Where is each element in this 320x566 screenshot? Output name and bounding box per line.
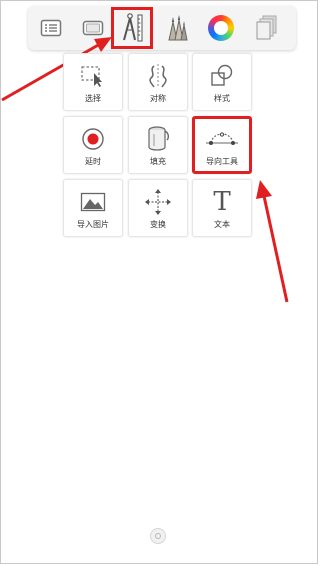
image-icon (64, 188, 122, 216)
paint-bucket-icon (129, 125, 187, 153)
fill-label: 填充 (150, 157, 166, 166)
text-tool[interactable]: T 文本 (192, 179, 252, 237)
move-arrows-icon (129, 188, 187, 216)
style-label: 样式 (214, 94, 230, 103)
selection-icon (64, 62, 122, 90)
record-icon (64, 125, 122, 153)
symmetry-tool[interactable]: 对称 (128, 53, 188, 111)
style-tool[interactable]: 样式 (192, 53, 252, 111)
guide-curve-icon (195, 125, 249, 153)
fill-tool[interactable]: 填充 (128, 116, 188, 174)
guide-tool[interactable]: 导向工具 (192, 116, 252, 174)
symmetry-label: 对称 (150, 94, 166, 103)
transform-tool[interactable]: 变换 (128, 179, 188, 237)
shapes-icon (193, 62, 251, 90)
text-glyph: T (213, 187, 231, 217)
transform-label: 变换 (150, 220, 166, 229)
symmetry-icon (129, 62, 187, 90)
home-button[interactable] (150, 528, 166, 544)
import-image-tool[interactable]: 导入图片 (63, 179, 123, 237)
import-image-label: 导入图片 (77, 220, 109, 229)
select-tool[interactable]: 选择 (63, 53, 123, 111)
text-label: 文本 (214, 220, 230, 229)
select-label: 选择 (85, 94, 101, 103)
guide-label: 导向工具 (206, 157, 238, 166)
timelapse-tool[interactable]: 延时 (63, 116, 123, 174)
text-icon: T (193, 188, 251, 216)
timelapse-label: 延时 (85, 157, 101, 166)
